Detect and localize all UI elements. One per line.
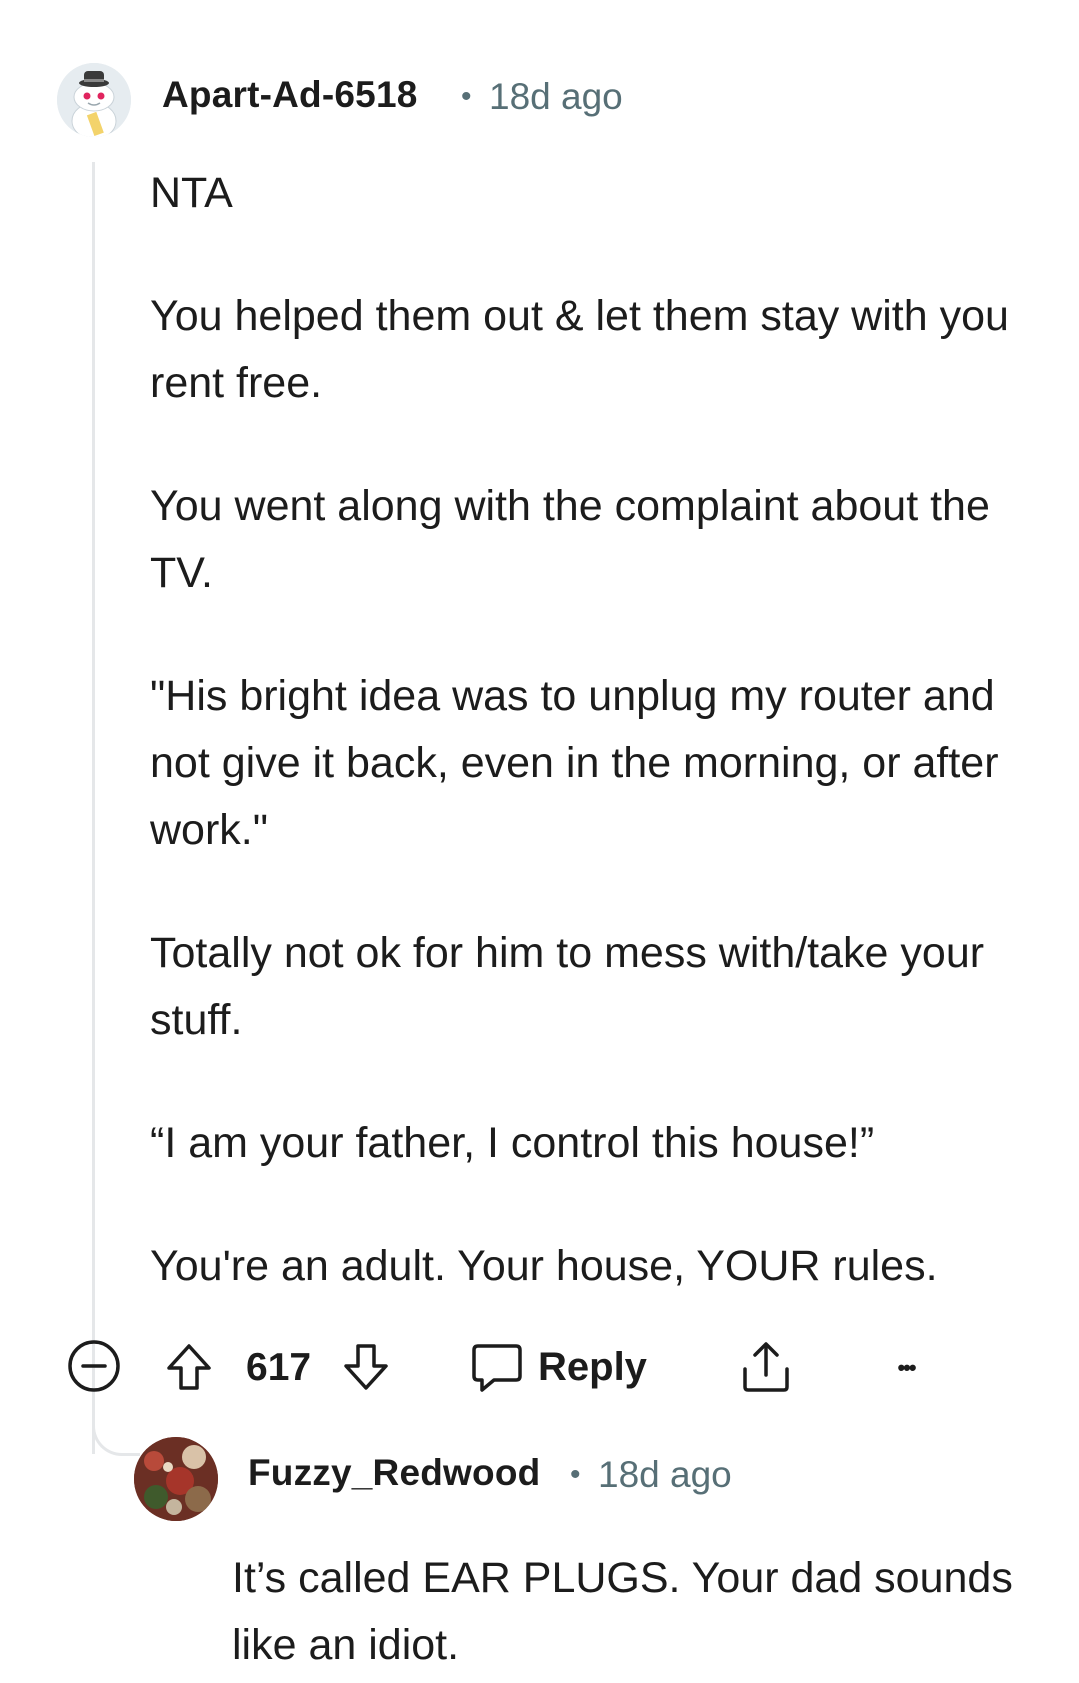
more-options-button[interactable]: ••• — [884, 1348, 928, 1388]
snoo-avatar-icon — [57, 63, 131, 137]
comment-paragraph: You helped them out & let them stay with… — [150, 292, 1009, 407]
comment-author[interactable]: Apart-Ad-6518 — [162, 74, 418, 116]
meta-separator: • — [461, 80, 472, 113]
comment-paragraph: “I am your father, I control this house!… — [150, 1119, 875, 1167]
reply-avatar[interactable] — [134, 1437, 218, 1521]
comment-paragraph: NTA — [150, 169, 233, 217]
comment-body: NTA You helped them out & let them stay … — [150, 160, 1030, 1356]
more-dots-icon: ••• — [897, 1355, 916, 1380]
reply-button[interactable]: Reply — [470, 1338, 647, 1396]
collapse-button[interactable] — [66, 1338, 122, 1394]
comment-paragraph: You're an adult. Your house, YOUR rules. — [150, 1242, 938, 1290]
user-avatar[interactable] — [57, 63, 131, 137]
reply-body: It’s called EAR PLUGS. Your dad sounds l… — [232, 1554, 1013, 1669]
thread-line — [92, 162, 95, 1454]
meta-separator: • — [570, 1458, 581, 1491]
upvote-button[interactable] — [163, 1340, 215, 1394]
share-button[interactable] — [738, 1338, 794, 1396]
comment-paragraph: Totally not ok for him to mess with/take… — [150, 929, 985, 1044]
comment-paragraph: "His bright idea was to unplug my router… — [150, 672, 999, 854]
thread-connector — [92, 1400, 140, 1456]
user-photo-avatar-icon — [134, 1437, 218, 1521]
speech-bubble-icon — [472, 1344, 522, 1392]
comment-timestamp: 18d ago — [489, 76, 623, 117]
comment-paragraph: You went along with the complaint about … — [150, 482, 990, 597]
collapse-minus-icon — [68, 1340, 120, 1392]
downvote-arrow-icon — [344, 1344, 388, 1390]
share-icon — [743, 1342, 789, 1392]
vote-count: 617 — [246, 1346, 312, 1389]
reply-timestamp: 18d ago — [598, 1454, 732, 1495]
reply-label: Reply — [538, 1344, 647, 1389]
upvote-arrow-icon — [167, 1344, 211, 1390]
reply-author[interactable]: Fuzzy_Redwood — [248, 1452, 540, 1494]
downvote-button[interactable] — [340, 1340, 392, 1394]
